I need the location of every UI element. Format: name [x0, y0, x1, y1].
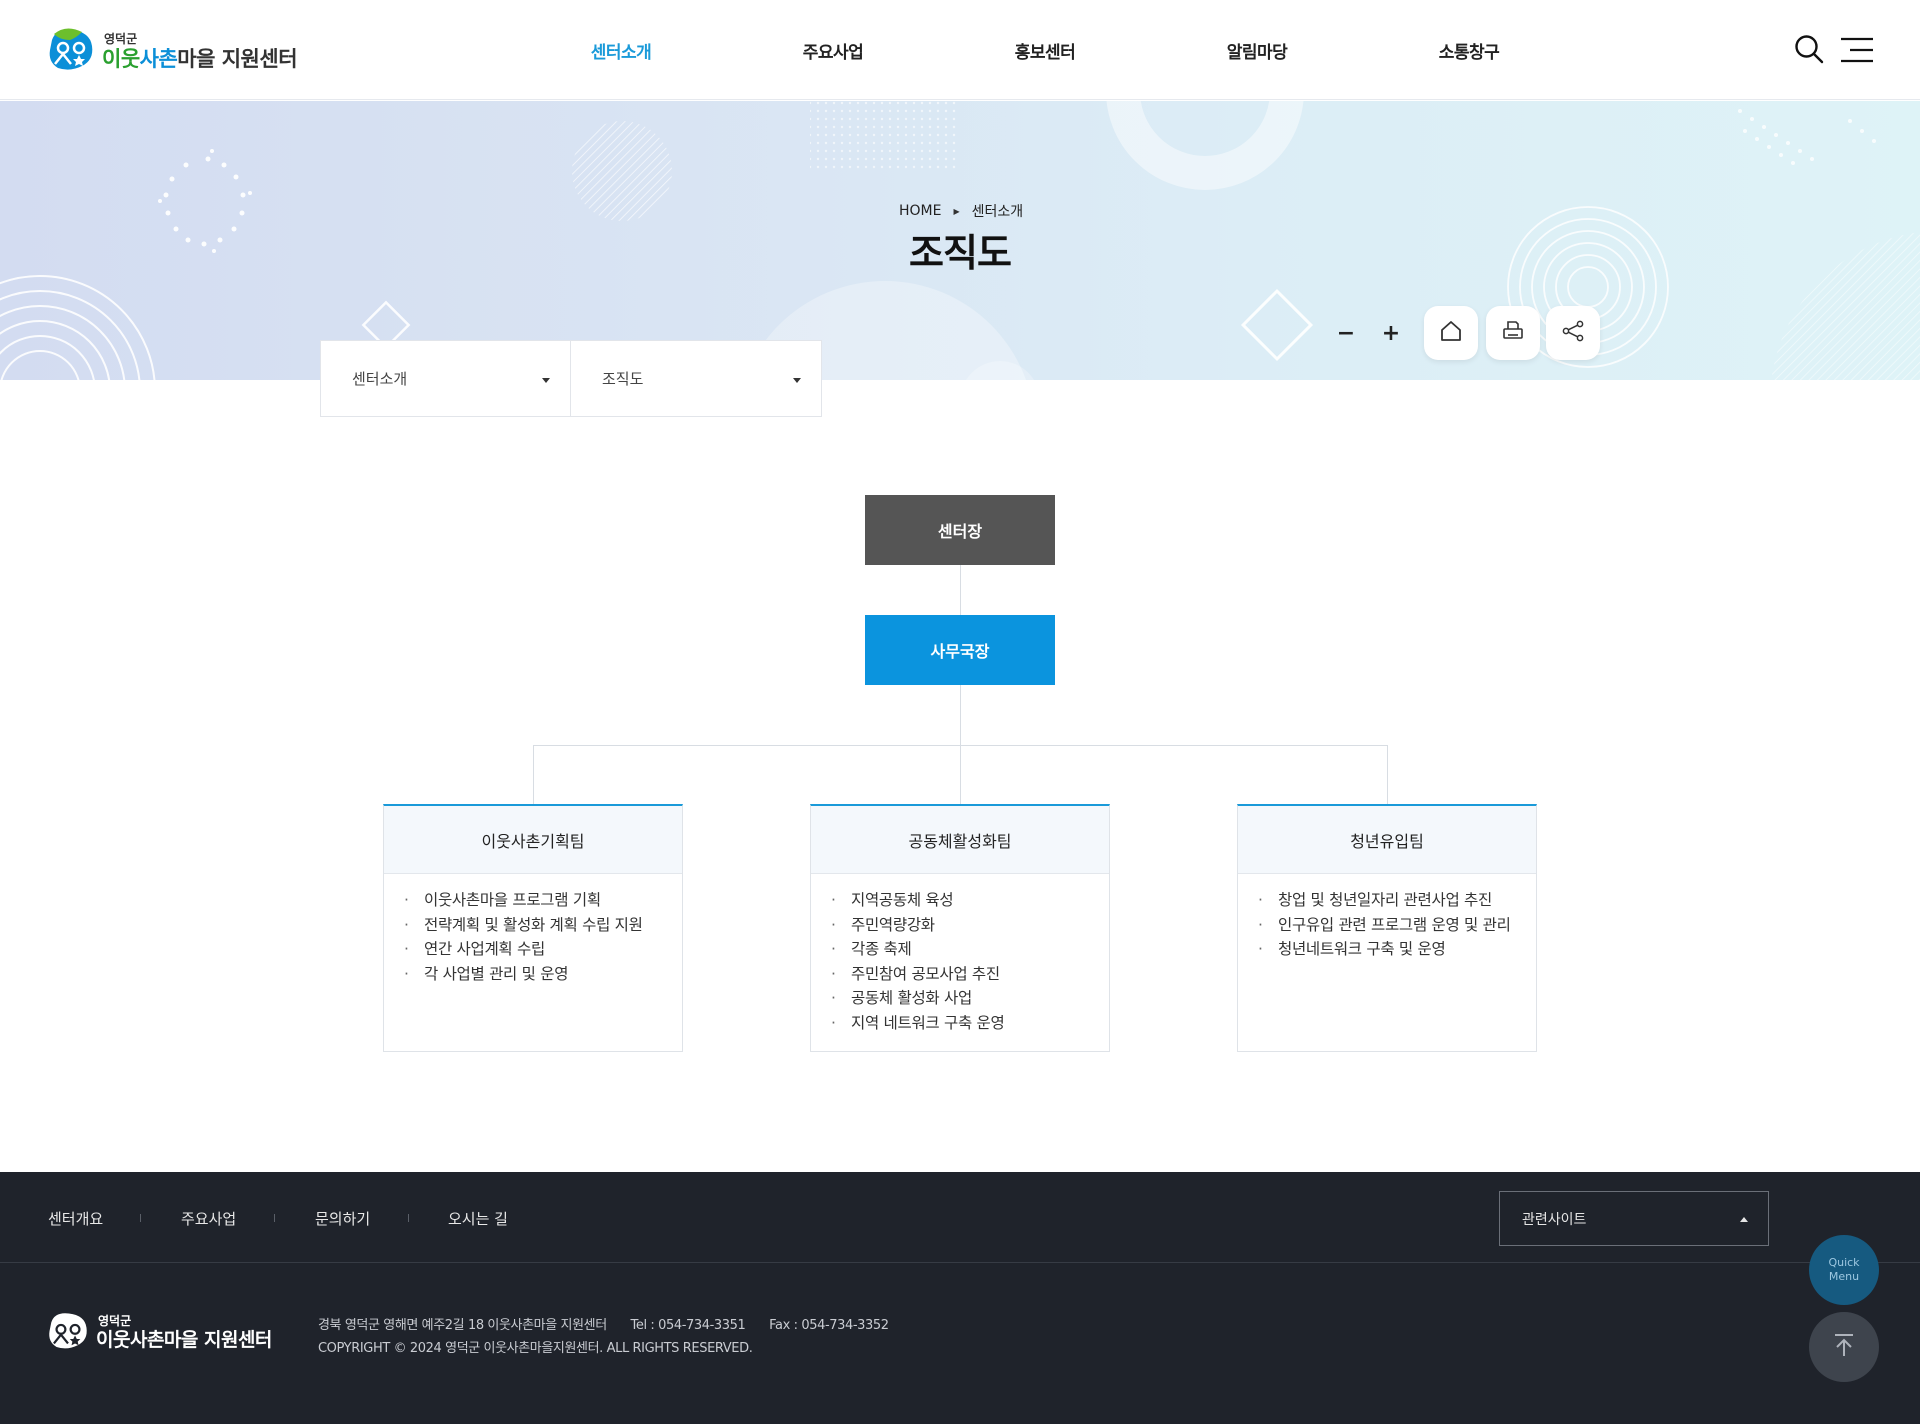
home-button[interactable] [1424, 306, 1478, 360]
footer-info: 경북 영덕군 영해면 예주2길 18 이웃사촌마을 지원센터 Tel : 054… [318, 1314, 909, 1360]
site-footer: 센터개요 주요사업 문의하기 오시는 길 관련사이트 영덕군 이웃사촌마을 지원… [0, 1172, 1920, 1424]
list-item: 전략계획 및 활성화 계획 수립 지원 [404, 913, 682, 938]
logo-title: 이웃사촌마을 지원센터 [102, 46, 298, 71]
team-name: 공동체활성화팀 [811, 806, 1109, 874]
share-button[interactable] [1546, 306, 1600, 360]
list-item: 인구유입 관련 프로그램 운영 및 관리 [1258, 913, 1536, 938]
print-button[interactable] [1486, 306, 1540, 360]
scroll-top-button[interactable] [1809, 1312, 1879, 1382]
footer-logo: 영덕군 이웃사촌마을 지원센터 [46, 1310, 272, 1354]
nav-item-notice[interactable]: 알림마당 [1151, 38, 1363, 63]
list-item: 각 사업별 관리 및 운영 [404, 962, 682, 987]
related-sites-select[interactable]: 관련사이트 [1499, 1191, 1769, 1246]
chevron-down-icon [793, 378, 801, 383]
nav-item-communication[interactable]: 소통창구 [1363, 38, 1575, 63]
org-director: 센터장 [865, 495, 1055, 565]
breadcrumb-current: 센터소개 [971, 204, 1024, 220]
nav-item-main-projects[interactable]: 주요사업 [727, 38, 939, 63]
org-connector [960, 685, 961, 745]
footer-copyright: COPYRIGHT © 2024 영덕군 이웃사촌마을지원센터. ALL RIG… [318, 1341, 753, 1356]
logo-mark-icon [46, 26, 96, 76]
zoom-out-button[interactable]: − [1329, 316, 1363, 350]
depth1-select[interactable]: 센터소개 [320, 340, 571, 417]
chevron-down-icon [542, 378, 550, 383]
team-card-community: 공동체활성화팀 지역공동체 육성 주민역량강화 각종 축제 주민참여 공모사업 … [810, 804, 1110, 1052]
site-header: 영덕군 이웃사촌마을 지원센터 센터소개 주요사업 홍보센터 알림마당 소통창구 [0, 0, 1920, 100]
search-icon[interactable] [1794, 34, 1824, 64]
footer-address: 경북 영덕군 영해면 예주2길 18 이웃사촌마을 지원센터 [318, 1318, 607, 1333]
breadcrumb-separator-icon: ▶ [953, 206, 960, 216]
depth2-select-value: 조직도 [602, 370, 644, 388]
list-item: 각종 축제 [831, 937, 1109, 962]
site-logo[interactable]: 영덕군 이웃사촌마을 지원센터 [46, 24, 298, 78]
footer-link-contact[interactable]: 문의하기 [315, 1208, 370, 1229]
list-item: 창업 및 청년일자리 관련사업 추진 [1258, 888, 1536, 913]
team-name: 이웃사촌기획팀 [384, 806, 682, 874]
footer-logo-mark-icon [46, 1310, 90, 1354]
quick-menu-button[interactable]: Quick Menu [1809, 1235, 1879, 1305]
team-duties: 지역공동체 육성 주민역량강화 각종 축제 주민참여 공모사업 추진 공동체 활… [811, 874, 1109, 1035]
footer-link-overview[interactable]: 센터개요 [48, 1208, 103, 1229]
list-item: 지역공동체 육성 [831, 888, 1109, 913]
org-connector [533, 745, 534, 805]
depth2-select[interactable]: 조직도 [570, 340, 822, 417]
footer-logo-title: 이웃사촌마을 지원센터 [96, 1328, 272, 1351]
home-icon [1440, 320, 1462, 346]
team-card-youth: 청년유입팀 창업 및 청년일자리 관련사업 추진 인구유입 관련 프로그램 운영… [1237, 804, 1537, 1052]
org-connector [960, 745, 961, 805]
arrow-up-icon [1833, 1333, 1855, 1361]
footer-fax: Fax : 054-734-3352 [769, 1318, 889, 1333]
page-title: 조직도 [909, 231, 1012, 275]
chevron-up-icon [1740, 1217, 1748, 1222]
org-connector [1387, 745, 1388, 805]
list-item: 지역 네트워크 구축 운영 [831, 1011, 1109, 1036]
footer-menu-bar: 센터개요 주요사업 문의하기 오시는 길 관련사이트 [0, 1172, 1920, 1263]
breadcrumb: HOME ▶ 센터소개 [899, 201, 1023, 221]
related-sites-label: 관련사이트 [1522, 1211, 1587, 1228]
list-item: 이웃사촌마을 프로그램 기획 [404, 888, 682, 913]
footer-link-projects[interactable]: 주요사업 [181, 1208, 236, 1229]
list-item: 연간 사업계획 수립 [404, 937, 682, 962]
org-secretary-general: 사무국장 [865, 615, 1055, 685]
team-name: 청년유입팀 [1238, 806, 1536, 874]
print-icon [1502, 320, 1524, 346]
depth1-select-value: 센터소개 [352, 370, 408, 388]
footer-divider [408, 1214, 409, 1222]
breadcrumb-home[interactable]: HOME [899, 203, 941, 219]
footer-tel: Tel : 054-734-3351 [630, 1318, 746, 1333]
footer-logo-region: 영덕군 [98, 1313, 132, 1328]
footer-divider [140, 1214, 141, 1222]
list-item: 청년네트워크 구축 및 운영 [1258, 937, 1536, 962]
org-connector [960, 565, 961, 615]
team-card-planning: 이웃사촌기획팀 이웃사촌마을 프로그램 기획 전략계획 및 활성화 계획 수립 … [383, 804, 683, 1052]
nav-item-center-intro[interactable]: 센터소개 [515, 38, 727, 63]
hamburger-menu-icon[interactable] [1840, 36, 1874, 64]
quick-menu-label-2: Menu [1828, 1270, 1860, 1283]
team-duties: 이웃사촌마을 프로그램 기획 전략계획 및 활성화 계획 수립 지원 연간 사업… [384, 874, 682, 986]
main-nav: 센터소개 주요사업 홍보센터 알림마당 소통창구 [515, 0, 1575, 100]
share-icon [1562, 320, 1584, 346]
team-duties: 창업 및 청년일자리 관련사업 추진 인구유입 관련 프로그램 운영 및 관리 … [1238, 874, 1536, 962]
list-item: 주민참여 공모사업 추진 [831, 962, 1109, 987]
footer-link-directions[interactable]: 오시는 길 [448, 1208, 508, 1229]
logo-region: 영덕군 [104, 31, 138, 46]
list-item: 공동체 활성화 사업 [831, 986, 1109, 1011]
quick-menu-label-1: Quick [1828, 1256, 1860, 1269]
zoom-in-button[interactable]: + [1374, 316, 1408, 350]
footer-divider [274, 1214, 275, 1222]
nav-item-pr-center[interactable]: 홍보센터 [939, 38, 1151, 63]
list-item: 주민역량강화 [831, 913, 1109, 938]
